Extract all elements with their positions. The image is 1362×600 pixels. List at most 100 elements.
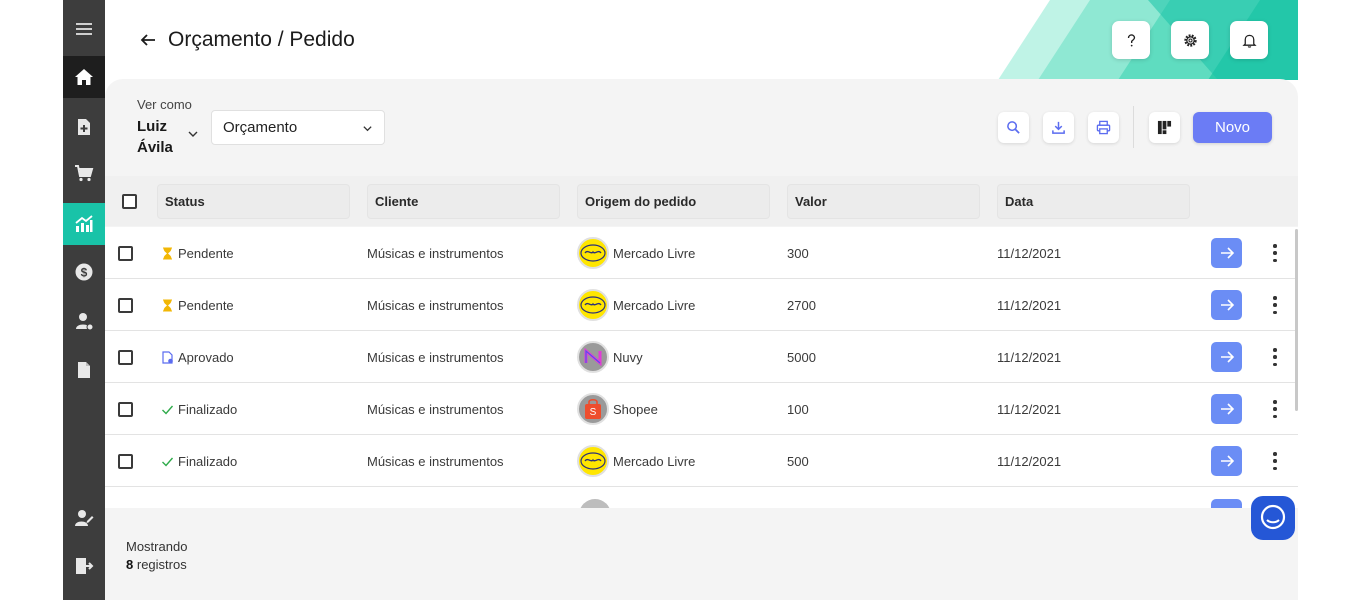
user-selector[interactable]: Luiz Ávila [137,116,177,158]
mercado-livre-icon [577,237,609,269]
client-cell: Músicas e instrumentos [367,245,504,261]
menu-icon [76,23,92,35]
value-cell: 300 [787,245,809,261]
sidebar-item-finance[interactable]: $ [63,251,105,293]
more-options-button[interactable] [1271,452,1279,470]
settings-button[interactable] [1171,21,1209,59]
notifications-button[interactable] [1230,21,1268,59]
records-count: 8 [126,557,134,572]
cart-icon [75,165,94,182]
document-type-value: Orçamento [223,119,298,136]
home-icon [75,69,93,85]
status-label: Aprovado [178,349,234,365]
search-button[interactable] [998,112,1029,143]
column-header-client[interactable]: Cliente [367,184,560,219]
user-first-name: Luiz [137,118,167,135]
column-header-date[interactable]: Data [997,184,1190,219]
value-cell: 5000 [787,349,816,365]
column-header-status[interactable]: Status [157,184,350,219]
table-row-partial [105,487,1298,508]
sidebar-item-menu[interactable] [63,8,105,50]
client-cell: Músicas e instrumentos [367,453,504,469]
svg-text:$: $ [81,266,88,280]
more-options-button[interactable] [1271,400,1279,418]
table-scrollbar[interactable] [1295,229,1298,411]
chart-icon [75,215,93,232]
row-checkbox[interactable] [118,350,133,365]
document-check-icon [162,350,173,364]
arrow-right-icon [1220,455,1234,467]
date-cell: 11/12/2021 [997,245,1062,261]
table-row[interactable]: Finalizado Músicas e instrumentos S Shop… [105,383,1298,435]
more-options-button[interactable] [1271,244,1279,262]
value-cell: 100 [787,401,809,417]
open-row-button[interactable] [1211,238,1242,268]
row-checkbox[interactable] [118,454,133,469]
column-header-origin[interactable]: Origem do pedido [577,184,770,219]
client-cell: Músicas e instrumentos [367,349,504,365]
sidebar-item-sales[interactable] [63,152,105,194]
columns-button[interactable] [1149,112,1180,143]
table-body: Pendente Músicas e instrumentos Mercado … [105,227,1298,508]
print-button[interactable] [1088,112,1119,143]
download-button[interactable] [1043,112,1074,143]
origin-cell: Mercado Livre [577,279,695,331]
origin-label: Mercado Livre [613,297,696,313]
origin-label: Nuvy [613,349,643,365]
more-options-button[interactable] [1271,348,1279,366]
document-type-select[interactable]: Orçamento [211,110,385,145]
records-count-line: 8 registros [126,556,187,574]
hourglass-icon [163,247,172,259]
records-label: registros [136,557,187,572]
status-label: Finalizado [178,453,238,469]
sidebar-item-new-document[interactable] [63,106,105,148]
select-all-checkbox[interactable] [122,194,137,209]
bell-icon [1241,34,1257,48]
page-title: Orçamento / Pedido [138,28,355,52]
sidebar-item-documents[interactable] [63,349,105,391]
table-row[interactable]: Aprovado Músicas e instrumentos Nuvy 500… [105,331,1298,383]
chat-button[interactable] [1251,496,1295,540]
help-button[interactable] [1112,21,1150,59]
chevron-down-icon [363,126,372,132]
open-row-button[interactable] [1211,342,1242,372]
open-row-button-partial[interactable] [1211,499,1242,508]
records-summary: Mostrando 8 registros [126,538,187,574]
status-label: Finalizado [178,401,238,417]
arrow-left-icon[interactable] [138,30,158,50]
origin-label: Shopee [613,401,658,417]
table-row[interactable]: Pendente Músicas e instrumentos Mercado … [105,227,1298,279]
columns-icon [1157,120,1172,135]
table-row[interactable]: Pendente Músicas e instrumentos Mercado … [105,279,1298,331]
table-row[interactable]: Finalizado Músicas e instrumentos Mercad… [105,435,1298,487]
sidebar-item-users[interactable] [63,300,105,342]
sidebar-item-logout[interactable] [63,545,105,587]
origin-cell: Nuvy [577,331,643,383]
sidebar-item-profile[interactable] [63,497,105,539]
app-window: $ Orçamento / Pedido Ver como Luiz Ávila… [0,0,1362,600]
date-cell: 11/12/2021 [997,349,1062,365]
column-header-value[interactable]: Valor [787,184,980,219]
row-checkbox[interactable] [118,402,133,417]
shopee-icon: S [577,393,609,425]
status-cell: Finalizado [161,383,237,435]
open-row-button[interactable] [1211,290,1242,320]
open-row-button[interactable] [1211,446,1242,476]
main-content: Orçamento / Pedido Ver como Luiz Ávila O… [105,0,1298,600]
row-checkbox[interactable] [118,246,133,261]
page-title-text: Orçamento / Pedido [168,28,355,51]
client-cell: Músicas e instrumentos [367,401,504,417]
sidebar: $ [63,0,105,600]
new-button[interactable]: Novo [1193,112,1272,143]
sidebar-item-orders[interactable] [63,203,105,245]
chevron-down-icon[interactable] [187,128,199,140]
sidebar-item-home[interactable] [63,56,105,98]
origin-avatar-partial [579,499,611,508]
more-options-button[interactable] [1271,296,1279,314]
open-row-button[interactable] [1211,394,1242,424]
row-checkbox[interactable] [118,298,133,313]
showing-label: Mostrando [126,539,188,554]
download-icon [1052,121,1065,134]
check-icon [162,457,174,467]
origin-label: Mercado Livre [613,453,696,469]
